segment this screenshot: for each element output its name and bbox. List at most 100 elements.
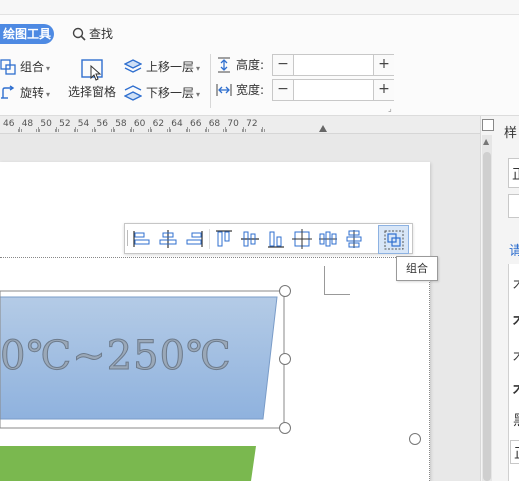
width-label: 宽度: <box>236 83 265 97</box>
dialog-launcher-icon[interactable]: ⌟ <box>388 104 392 113</box>
ruler-tick <box>207 129 209 132</box>
height-label: 高度: <box>236 58 265 72</box>
center-both-button[interactable] <box>291 228 313 250</box>
send-backward-label: 下移一层 <box>146 86 195 100</box>
resize-handle-bottom-right[interactable] <box>279 422 291 434</box>
align-bottom-icon <box>268 231 284 248</box>
ruler-tick-label: 48 <box>21 119 34 129</box>
center-both-icon <box>292 229 312 249</box>
search-icon <box>72 27 86 41</box>
toolbar-grip <box>127 230 128 246</box>
rotate-label: 旋转 <box>20 86 45 100</box>
panel-tab-label[interactable]: 样 <box>504 122 517 141</box>
height-decrement-button[interactable]: − <box>273 55 294 75</box>
width-decrement-button[interactable]: − <box>273 80 294 100</box>
find-button[interactable]: 查找 <box>72 24 113 44</box>
selection-pane-button[interactable]: 选择窗格 <box>66 58 118 104</box>
align-right-button[interactable] <box>183 228 205 250</box>
height-increment-button[interactable]: + <box>373 55 394 75</box>
rotate-icon <box>1 85 15 99</box>
style-list-item-selected[interactable]: 正 <box>510 440 519 464</box>
style-list-item[interactable]: 木 <box>513 274 519 294</box>
ruler-tick <box>170 129 172 132</box>
height-icon <box>218 57 230 73</box>
rotate-button[interactable]: 旋转 ▾ <box>0 83 50 103</box>
tab-drawing-tools[interactable]: 绘图工具 <box>0 24 54 44</box>
tooltip: 组合 <box>396 256 438 281</box>
ruler-tick <box>226 129 228 132</box>
width-input[interactable] <box>294 80 375 100</box>
ruler-indent-marker[interactable] <box>319 125 327 132</box>
style-input[interactable] <box>508 194 519 218</box>
ruler-tick-label: 70 <box>227 119 239 129</box>
toolbar-divider <box>209 229 210 249</box>
align-right-icon <box>186 231 203 247</box>
send-backward-icon <box>123 85 143 101</box>
ruler-tick-label: 68 <box>208 119 221 129</box>
group-label: 组合 <box>20 60 45 74</box>
style-box[interactable]: 正 <box>508 158 519 188</box>
margin-mark <box>324 266 325 294</box>
group-button[interactable]: 组合 ▾ <box>0 57 50 77</box>
align-top-button[interactable] <box>213 228 235 250</box>
ruler-tick <box>39 129 41 132</box>
ruler-tick-label: 64 <box>171 119 183 129</box>
ruler-tick <box>95 129 97 132</box>
find-label: 查找 <box>89 27 114 41</box>
selection-pane-icon <box>81 59 103 81</box>
width-label-group: 宽度: <box>216 80 264 100</box>
align-left-button[interactable] <box>131 228 153 250</box>
resize-handle-group[interactable] <box>409 433 421 445</box>
style-list-item[interactable]: 木 <box>513 310 519 330</box>
ruler-tick-label: 46 <box>3 119 15 129</box>
shape-text[interactable]: 0℃~250℃ <box>0 333 232 380</box>
ruler-tick-label: 58 <box>115 119 127 129</box>
ruler-tick-label: 52 <box>59 119 71 129</box>
resize-handle-right[interactable] <box>279 353 291 365</box>
send-backward-button[interactable]: 下移一层 ▾ <box>123 83 201 103</box>
canvas-boundary-right <box>429 257 430 481</box>
ruler-tick <box>57 129 59 132</box>
panel-toggle-icon[interactable] <box>482 119 494 131</box>
distribute-horizontal-button[interactable] <box>317 228 339 250</box>
ruler-tick-label: 56 <box>96 119 108 129</box>
width-field: − + <box>272 79 394 101</box>
group-objects-button[interactable] <box>378 225 409 254</box>
margin-mark-h <box>324 294 350 295</box>
ruler-tick-label: 66 <box>190 119 202 129</box>
width-increment-button[interactable]: + <box>373 80 394 100</box>
panel-link-label[interactable]: 请 <box>509 240 519 259</box>
ruler-tick <box>114 129 115 132</box>
distribute-vertical-button[interactable] <box>343 228 365 250</box>
bring-forward-button[interactable]: 上移一层 ▾ <box>123 57 201 77</box>
align-center-button[interactable] <box>157 228 179 250</box>
chevron-down-icon: ▾ <box>196 64 201 73</box>
height-input[interactable] <box>294 55 375 75</box>
align-top-icon <box>216 230 232 247</box>
align-middle-button[interactable] <box>239 228 261 250</box>
style-list-item[interactable]: 木 <box>513 379 519 399</box>
ruler-tick-label: 62 <box>152 119 165 129</box>
style-list-item[interactable]: 黑 <box>513 410 519 430</box>
ruler-tick <box>244 129 246 132</box>
bring-forward-icon <box>123 59 143 73</box>
ruler-tick-label: 60 <box>133 119 146 129</box>
ruler-tick <box>20 129 22 132</box>
height-field: − + <box>272 54 394 76</box>
style-list-item[interactable]: 木 <box>513 346 519 366</box>
scrollbar-thumb[interactable] <box>483 152 491 481</box>
scroll-up-icon[interactable]: ▲ <box>483 137 489 146</box>
ruler-tick <box>263 129 265 132</box>
align-middle-icon <box>241 231 259 247</box>
green-shape[interactable] <box>0 444 300 481</box>
title-strip <box>0 0 519 15</box>
group-icon <box>0 59 16 75</box>
canvas-boundary <box>0 257 430 258</box>
resize-handle-top-right[interactable] <box>279 285 291 297</box>
alignment-toolbar <box>124 223 413 254</box>
horizontal-ruler[interactable]: 46 48 50 52 54 56 58 60 62 64 66 68 70 72 <box>0 116 480 134</box>
align-bottom-button[interactable] <box>265 228 287 250</box>
chevron-down-icon: ▾ <box>196 90 201 99</box>
height-label-group: 高度: <box>216 55 264 75</box>
ruler-tick-label: 54 <box>77 119 90 129</box>
